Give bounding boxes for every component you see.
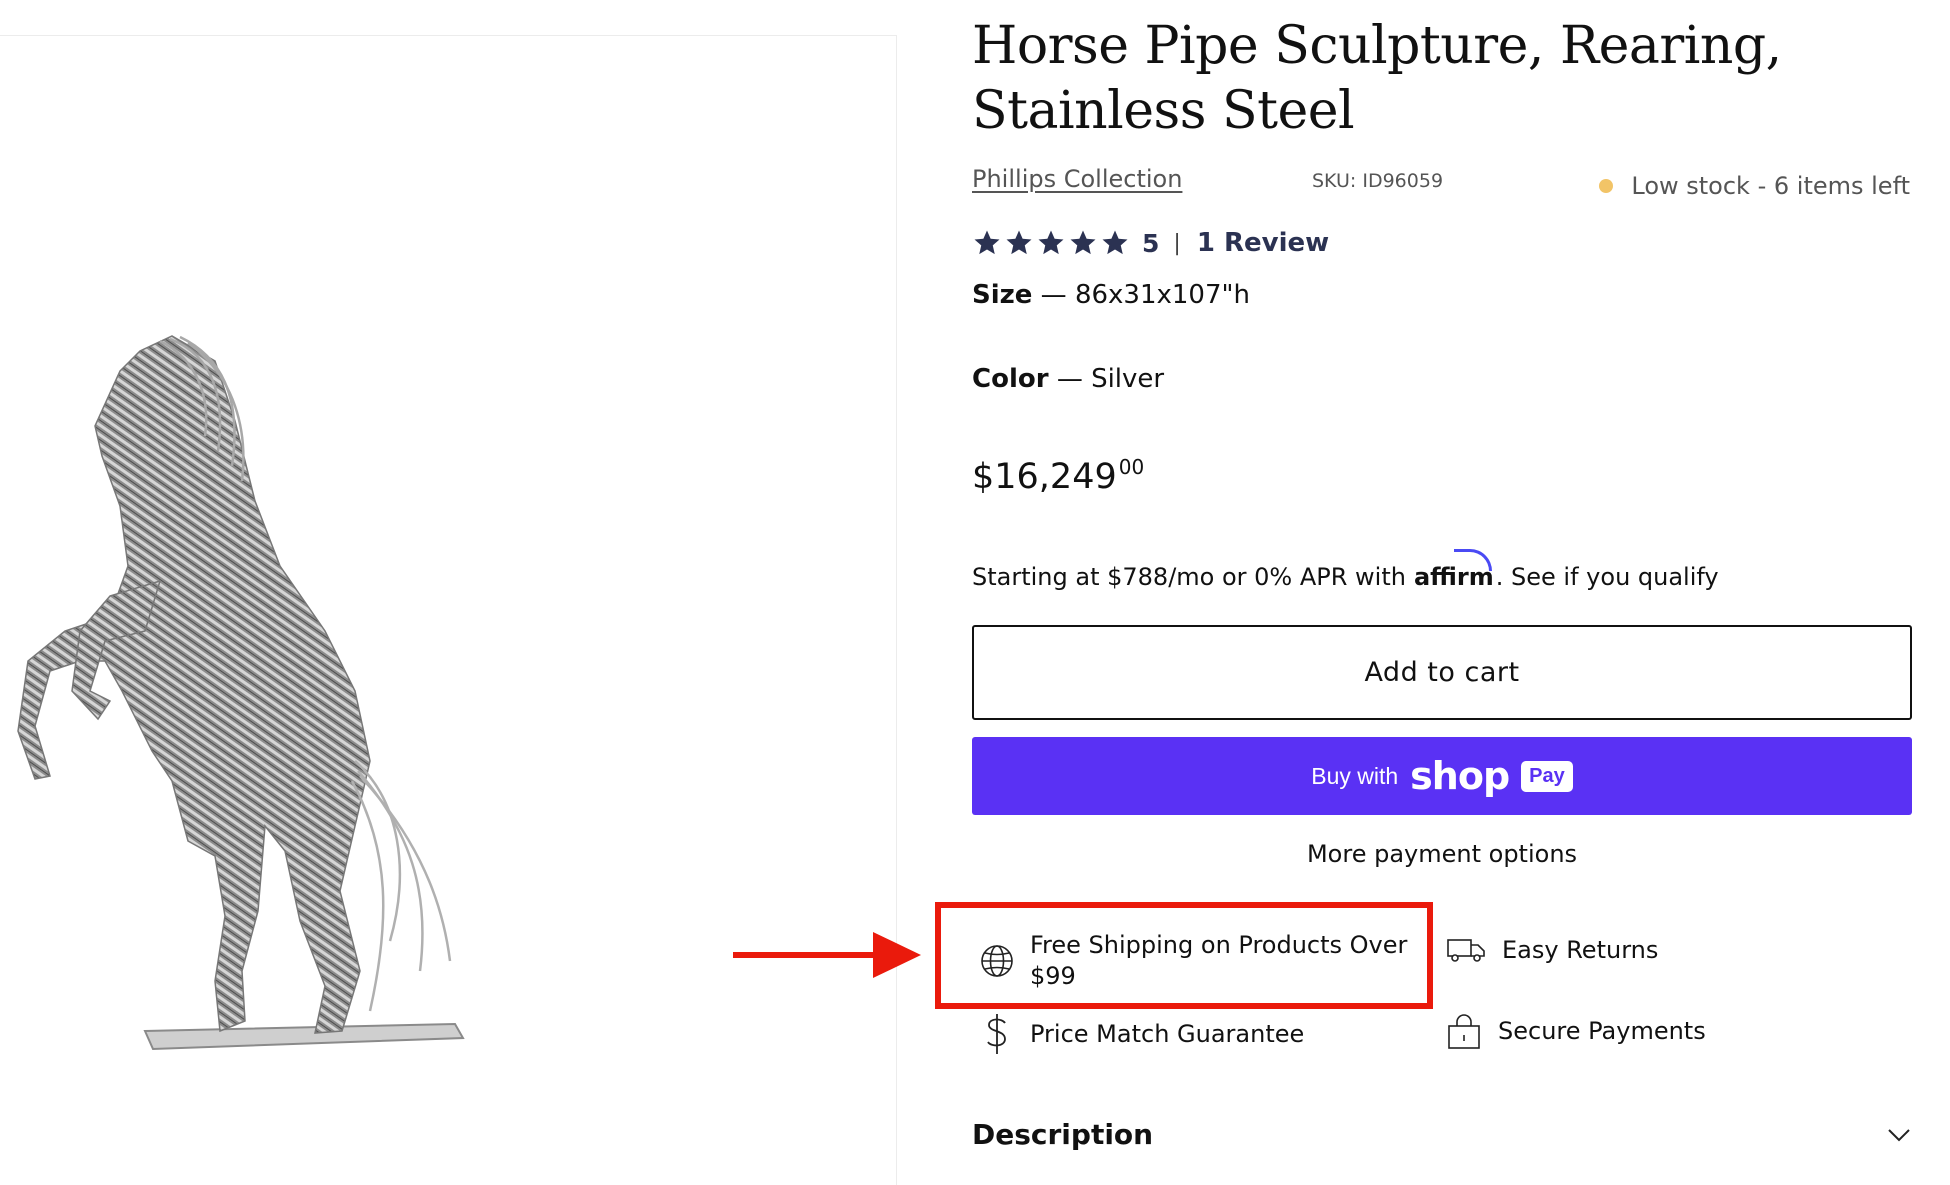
color-separator: —: [1056, 364, 1083, 394]
rating-value: 5: [1142, 228, 1160, 258]
vendor-link[interactable]: Phillips Collection: [972, 165, 1182, 193]
pay-badge: Pay: [1521, 760, 1573, 792]
affirm-arc-icon: [1453, 549, 1492, 571]
star-icon: [1070, 230, 1096, 255]
sku-label: SKU: ID96059: [1312, 170, 1444, 192]
dollar-icon: [987, 1014, 1006, 1054]
secure-payments-label: Secure Payments: [1498, 1017, 1706, 1045]
horse-sculpture-image[interactable]: [10, 331, 480, 1111]
color-value: Silver: [1091, 364, 1165, 394]
easy-returns-label: Easy Returns: [1502, 936, 1659, 964]
size-option: Size — 86x31x107"h: [972, 280, 1250, 310]
product-price: $16,249 00: [972, 455, 1144, 497]
feature-price-match: Price Match Guarantee: [980, 1012, 1304, 1056]
stock-text: Low stock - 6 items left: [1631, 172, 1910, 200]
product-title: Horse Pipe Sculpture, Rearing, Stainless…: [972, 16, 1782, 141]
size-value: 86x31x107"h: [1074, 280, 1250, 310]
feature-secure-payments: Secure Payments: [1446, 1012, 1706, 1050]
financing-text: Starting at $788/mo or 0% APR with: [972, 563, 1406, 591]
color-label: Color: [972, 364, 1049, 394]
stock-dot-icon: [1599, 179, 1614, 193]
add-to-cart-button[interactable]: Add to cart: [972, 625, 1912, 720]
description-accordion[interactable]: Description: [972, 1118, 1912, 1151]
description-title: Description: [972, 1118, 1154, 1151]
price-match-label: Price Match Guarantee: [1030, 1020, 1305, 1048]
lock-bag-icon: [1448, 1014, 1480, 1049]
highlight-box: [935, 902, 1433, 1009]
qualify-link[interactable]: . See if you qualify: [1496, 563, 1719, 591]
star-rating: [972, 228, 1130, 258]
feature-easy-returns: Easy Returns: [1446, 935, 1658, 965]
size-separator: —: [1040, 280, 1067, 310]
stock-status: Low stock - 6 items left: [1599, 172, 1910, 200]
shop-pay-button[interactable]: Buy with shop Pay: [972, 737, 1912, 815]
product-gallery: [0, 35, 897, 1185]
star-icon: [1006, 230, 1032, 255]
buy-with-label: Buy with: [1311, 762, 1399, 789]
star-icon: [1038, 230, 1064, 255]
affirm-logo: affirm: [1414, 549, 1494, 591]
affirm-financing: Starting at $788/mo or 0% APR with affir…: [972, 549, 1719, 591]
truck-icon: [1447, 939, 1485, 962]
price-cents: 00: [1118, 455, 1145, 479]
rating-separator: |: [1173, 230, 1181, 256]
star-icon: [1102, 230, 1128, 255]
arrow-annotation: [733, 932, 921, 978]
rating-summary[interactable]: 5 | 1 Review: [972, 224, 1329, 262]
chevron-down-icon: [1888, 1128, 1910, 1141]
review-count-link[interactable]: 1 Review: [1197, 228, 1329, 258]
color-option: Color — Silver: [972, 364, 1164, 394]
star-icon: [974, 230, 1000, 255]
more-payment-options-link[interactable]: More payment options: [972, 840, 1912, 868]
price-main: $16,249: [972, 457, 1117, 497]
shop-logo: shop: [1410, 754, 1510, 798]
size-label: Size: [972, 280, 1033, 310]
